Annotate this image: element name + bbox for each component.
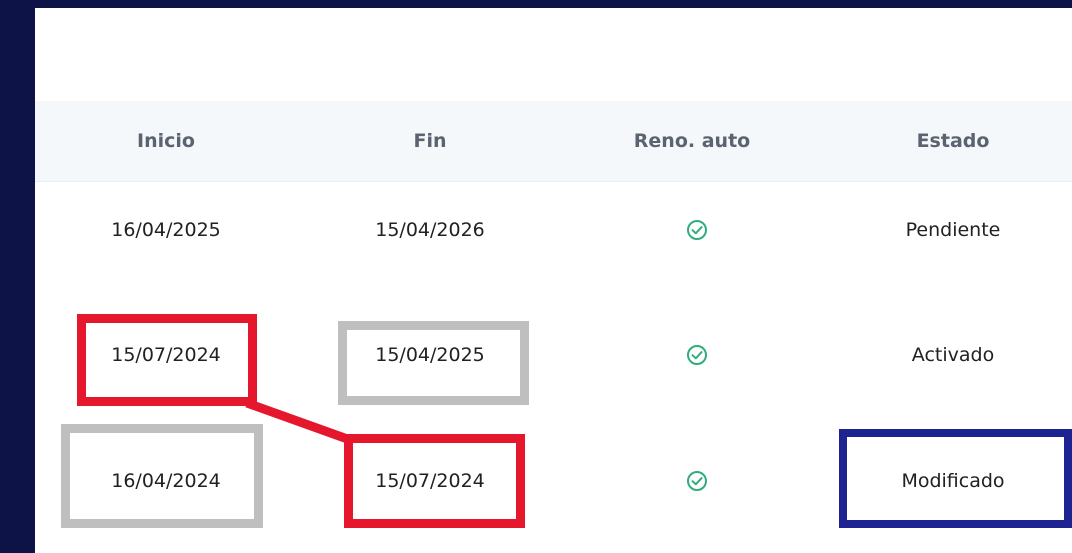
row-fin-date: 15/07/2024 bbox=[375, 470, 485, 492]
column-header-reno-auto[interactable]: Reno. auto bbox=[634, 130, 750, 152]
row-inicio-date: 16/04/2024 bbox=[111, 470, 221, 492]
row-estado-status: Pendiente bbox=[905, 219, 1001, 241]
check-circle-icon bbox=[687, 471, 707, 491]
row-fin-date: 15/04/2026 bbox=[375, 219, 485, 241]
column-header-fin[interactable]: Fin bbox=[413, 130, 446, 152]
contracts-table-panel: Inicio Fin Reno. auto Estado 16/04/2025 … bbox=[35, 8, 1072, 553]
row-inicio-date: 15/07/2024 bbox=[111, 344, 221, 366]
check-circle-icon bbox=[687, 345, 707, 365]
check-circle-icon bbox=[687, 220, 707, 240]
column-header-inicio[interactable]: Inicio bbox=[137, 130, 195, 152]
row-inicio-date: 16/04/2025 bbox=[111, 219, 221, 241]
column-header-estado[interactable]: Estado bbox=[917, 130, 990, 152]
row-fin-date: 15/04/2025 bbox=[375, 344, 485, 366]
row-estado-status: Modificado bbox=[901, 470, 1005, 492]
table-header: Inicio Fin Reno. auto Estado bbox=[35, 101, 1072, 182]
row-estado-status: Activado bbox=[911, 344, 995, 366]
